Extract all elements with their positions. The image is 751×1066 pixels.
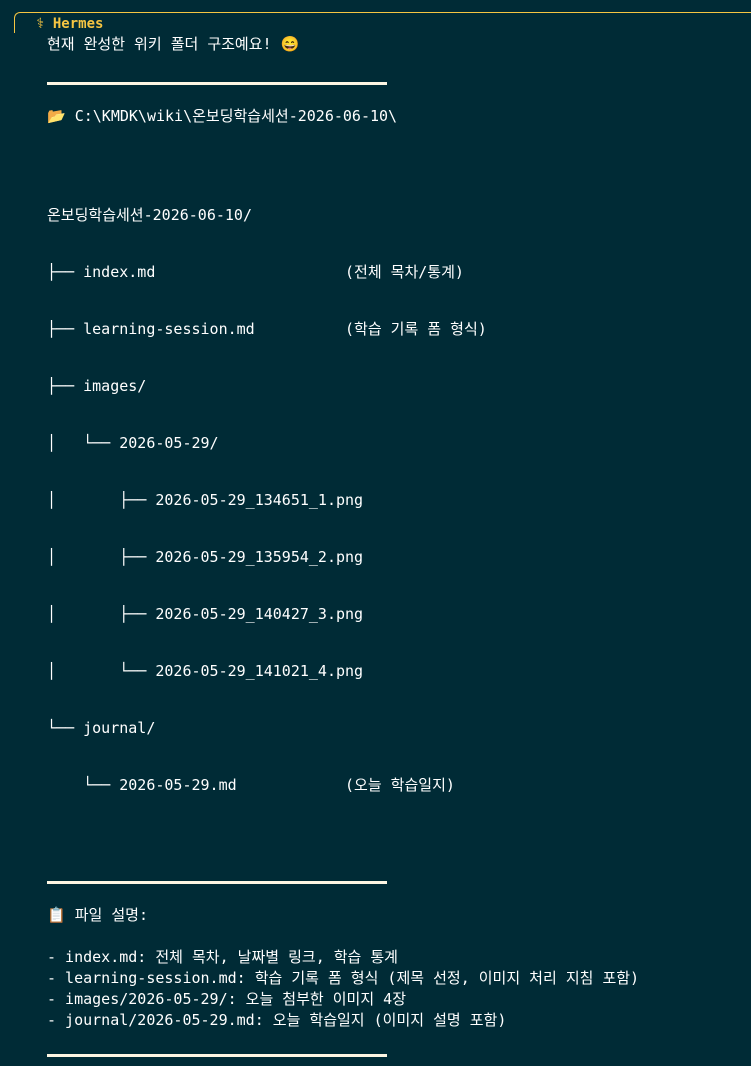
file-description-list: - index.md: 전체 목차, 날짜별 링크, 학습 통계 - learn…: [47, 947, 747, 1031]
tree-line: │ └── 2026-05-29/: [47, 434, 219, 452]
tree-line: │ ├── 2026-05-29_134651_1.png: [47, 491, 364, 509]
tree-line: ├── learning-session.md (학습 기록 폼 형식): [47, 320, 487, 338]
file-description-item: - images/2026-05-29/: 오늘 첨부한 이미지 4장: [47, 990, 407, 1008]
tree-line: ├── index.md (전체 목차/통계): [47, 263, 464, 281]
message-frame: [14, 12, 751, 33]
divider: [47, 82, 387, 85]
tree-line: 온보딩학습세션-2026-06-10/: [47, 206, 252, 224]
caduceus-icon: ⚕: [36, 16, 45, 32]
assistant-badge: ⚕ Hermes: [32, 15, 108, 33]
divider: [47, 1054, 387, 1057]
tree-line: │ └── 2026-05-29_141021_4.png: [47, 662, 364, 680]
divider: [47, 881, 387, 884]
folder-tree: 온보딩학습세션-2026-06-10/ ├── index.md (전체 목차/…: [47, 169, 747, 832]
tree-line: │ ├── 2026-05-29_135954_2.png: [47, 548, 364, 566]
tree-line: └── journal/: [47, 719, 156, 737]
file-description-item: - index.md: 전체 목차, 날짜별 링크, 학습 통계: [47, 948, 398, 966]
file-description-item: - learning-session.md: 학습 기록 폼 형식 (제목 선정…: [47, 969, 640, 987]
files-heading: 📋 파일 설명:: [47, 906, 148, 924]
message-body: 현재 완성한 위키 폴더 구조예요! 😄 📂 C:\KMDK\wiki\온보딩학…: [47, 34, 747, 1066]
folder-path: 📂 C:\KMDK\wiki\온보딩학습세션-2026-06-10\: [47, 107, 398, 125]
file-description-item: - journal/2026-05-29.md: 오늘 학습일지 (이미지 설명…: [47, 1011, 507, 1029]
tree-line: └── 2026-05-29.md (오늘 학습일지): [47, 776, 455, 794]
tree-line: ├── images/: [47, 377, 147, 395]
intro-text: 현재 완성한 위키 폴더 구조예요! 😄: [47, 35, 300, 53]
assistant-name: Hermes: [52, 16, 104, 32]
tree-line: │ ├── 2026-05-29_140427_3.png: [47, 605, 364, 623]
